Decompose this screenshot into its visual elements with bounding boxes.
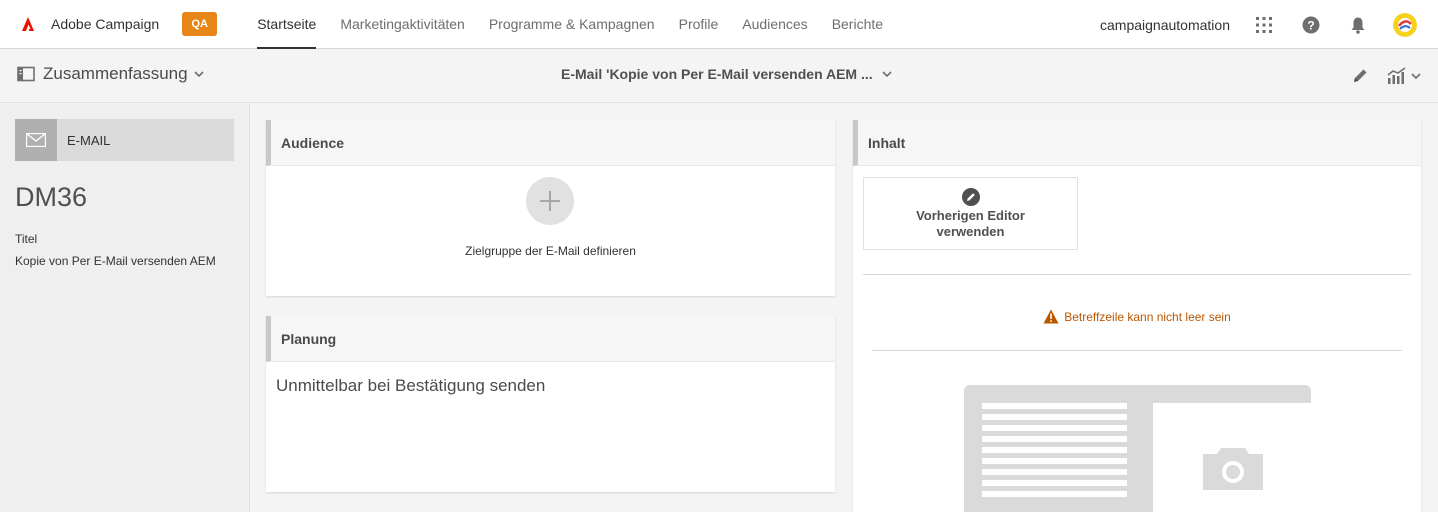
user-avatar[interactable] xyxy=(1393,12,1417,37)
channel-type-label: E-MAIL xyxy=(67,132,111,148)
planning-card: Planung Unmittelbar bei Bestätigung send… xyxy=(266,316,835,492)
summary-toggle[interactable]: Zusammenfassung xyxy=(17,64,205,84)
planning-heading: Planung xyxy=(266,316,835,362)
title-field-label: Titel xyxy=(15,232,38,246)
add-audience-button[interactable] xyxy=(526,177,574,225)
panel-icon xyxy=(17,66,35,82)
environment-badge: QA xyxy=(182,12,218,36)
previous-editor-button[interactable]: Vorherigen Editor verwenden xyxy=(863,177,1078,250)
chart-icon[interactable] xyxy=(1386,64,1422,88)
edit-circle-icon xyxy=(961,187,980,206)
content-card: Inhalt Vorherigen Editor verwenden Betre… xyxy=(853,120,1421,512)
top-nav-bar: Adobe Campaign QA Startseite Marketingak… xyxy=(0,0,1438,49)
activity-label: DM36 xyxy=(15,182,88,212)
camera-icon xyxy=(1153,403,1312,512)
summary-label: Zusammenfassung xyxy=(43,64,188,83)
plus-icon xyxy=(540,191,560,211)
breadcrumb-label: E-Mail 'Kopie von Per E-Mail versenden A… xyxy=(561,66,873,82)
audience-card: Audience Zielgruppe der E-Mail definiere… xyxy=(266,120,835,296)
content-heading: Inhalt xyxy=(853,120,1421,166)
subject-warning: Betreffzeile kann nicht leer sein xyxy=(853,309,1421,324)
nav-item-marketingaktivitaeten[interactable]: Marketingaktivitäten xyxy=(328,0,477,49)
user-name[interactable]: campaignautomation xyxy=(1100,17,1230,33)
nav-item-berichte[interactable]: Berichte xyxy=(820,0,895,49)
sub-toolbar xyxy=(1348,64,1422,88)
warning-icon xyxy=(1043,309,1059,324)
title-field-value: Kopie von Per E-Mail versenden AEM xyxy=(15,254,216,268)
app-name[interactable]: Adobe Campaign xyxy=(51,16,159,32)
adobe-logo-icon[interactable] xyxy=(22,17,38,31)
envelope-icon xyxy=(15,119,57,161)
chevron-down-icon xyxy=(194,71,204,78)
summary-sidebar: E-MAIL DM36 Titel Kopie von Per E-Mail v… xyxy=(0,104,250,512)
help-icon[interactable]: ? xyxy=(1299,13,1323,37)
svg-text:?: ? xyxy=(1307,18,1314,32)
chevron-down-icon xyxy=(882,71,892,78)
audience-heading: Audience xyxy=(266,120,835,166)
subject-warning-text: Betreffzeile kann nicht leer sein xyxy=(1064,309,1231,324)
nav-item-audiences[interactable]: Audiences xyxy=(730,0,819,49)
previous-editor-label: Vorherigen Editor verwenden xyxy=(916,207,1025,239)
activity-breadcrumb[interactable]: E-Mail 'Kopie von Per E-Mail versenden A… xyxy=(561,66,893,82)
pencil-icon[interactable] xyxy=(1348,64,1372,88)
topbar-actions: campaignautomation ? xyxy=(1100,0,1438,49)
main-nav: Startseite Marketingaktivitäten Programm… xyxy=(245,0,895,49)
sub-header: Zusammenfassung E-Mail 'Kopie von Per E-… xyxy=(0,49,1438,103)
bell-icon[interactable] xyxy=(1346,13,1370,37)
nav-item-startseite[interactable]: Startseite xyxy=(245,0,328,49)
nav-item-profile[interactable]: Profile xyxy=(667,0,731,49)
content-divider xyxy=(863,274,1411,275)
content-divider xyxy=(872,350,1402,351)
audience-hint[interactable]: Zielgruppe der E-Mail definieren xyxy=(266,244,835,258)
nav-item-programme-kampagnen[interactable]: Programme & Kampagnen xyxy=(477,0,667,49)
channel-type-tag: E-MAIL xyxy=(15,119,234,161)
text-lines-placeholder xyxy=(982,403,1127,502)
email-content-placeholder[interactable] xyxy=(964,385,1312,512)
apps-grid-icon[interactable] xyxy=(1252,13,1276,37)
schedule-text[interactable]: Unmittelbar bei Bestätigung senden xyxy=(276,376,545,396)
